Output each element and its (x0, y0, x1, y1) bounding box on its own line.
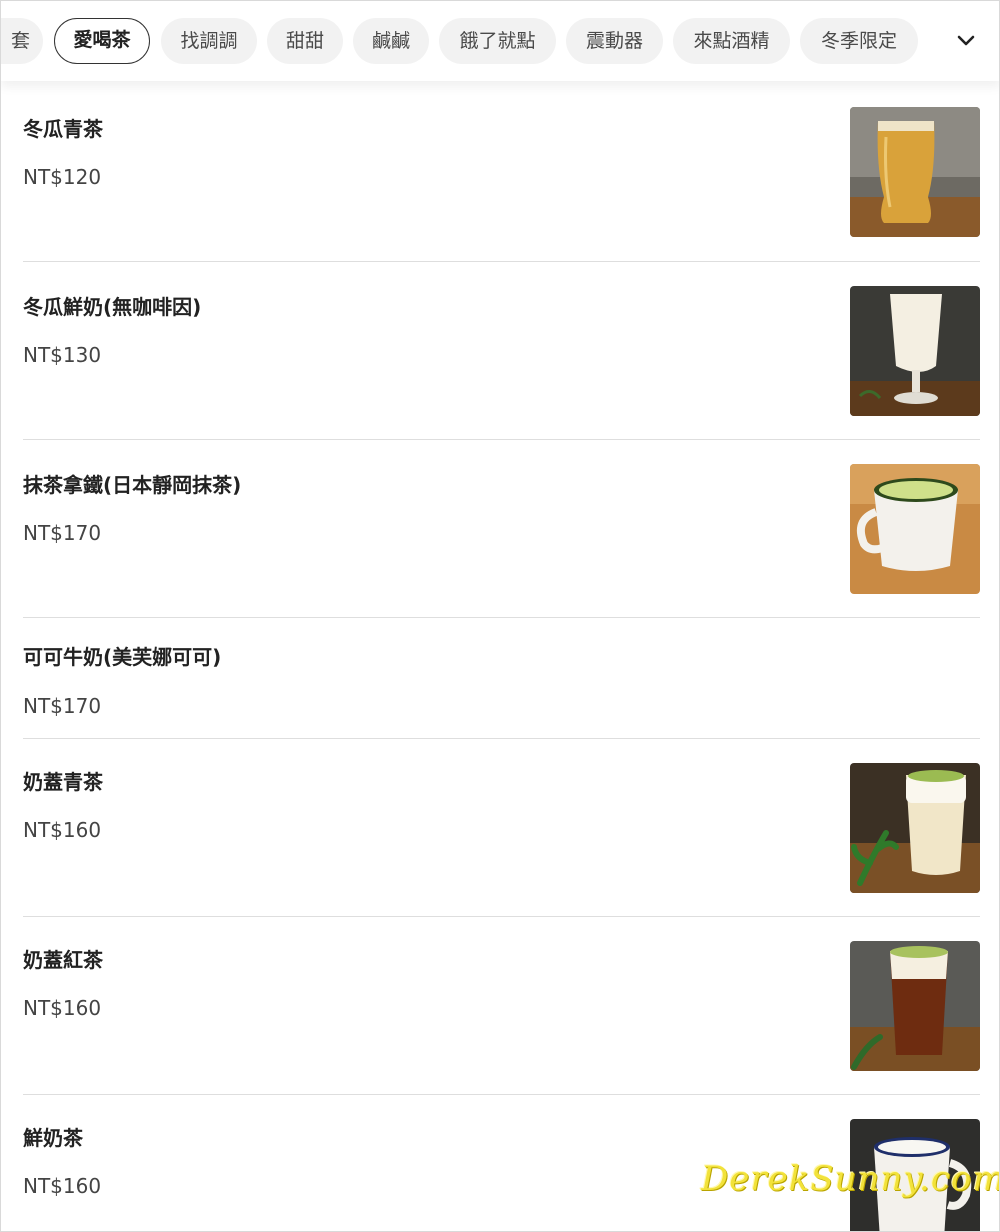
item-price: NT$160 (23, 1174, 102, 1198)
item-name: 奶蓋青茶 (23, 770, 103, 794)
category-pill[interactable]: 震動器 (566, 18, 663, 64)
item-price: NT$170 (23, 521, 102, 545)
menu-item[interactable]: 可可牛奶(美芙娜可可) NT$170 (23, 617, 980, 739)
menu-item[interactable]: 冬瓜鮮奶(無咖啡因) NT$130 (23, 261, 980, 440)
category-pill[interactable]: 冬季限定 (800, 18, 918, 64)
item-name: 冬瓜青茶 (23, 117, 103, 141)
menu-item[interactable]: 奶蓋紅茶 NT$160 (23, 916, 980, 1095)
chevron-down-icon (957, 35, 975, 46)
item-price: NT$170 (23, 694, 102, 718)
item-name: 可可牛奶(美芙娜可可) (23, 645, 222, 669)
menu-item[interactable]: 冬瓜青茶 NT$120 (23, 81, 980, 262)
item-price: NT$120 (23, 165, 102, 189)
menu-item[interactable]: 抹茶拿鐵(日本靜岡抹茶) NT$170 (23, 439, 980, 618)
category-pill[interactable]: 鹹鹹 (353, 18, 429, 64)
item-name: 抹茶拿鐵(日本靜岡抹茶) (23, 473, 242, 497)
watermark: DerekSunny.com (701, 1159, 1000, 1199)
item-photo[interactable] (850, 464, 980, 594)
item-photo[interactable] (850, 286, 980, 416)
item-photo[interactable] (850, 941, 980, 1071)
item-price: NT$160 (23, 818, 102, 842)
category-pill[interactable]: 甜甜 (267, 18, 343, 64)
item-photo[interactable] (850, 107, 980, 237)
category-bar: 套 愛喝茶 找調調 甜甜 鹹鹹 餓了就點 震動器 來點酒精 冬季限定 (1, 1, 999, 81)
category-pill-partial[interactable]: 套 (1, 18, 43, 64)
expand-categories-button[interactable] (946, 21, 986, 61)
category-scroller[interactable]: 套 愛喝茶 找調調 甜甜 鹹鹹 餓了就點 震動器 來點酒精 冬季限定 (1, 1, 936, 81)
category-pill[interactable]: 餓了就點 (439, 18, 556, 64)
item-photo[interactable] (850, 763, 980, 893)
category-pill[interactable]: 找調調 (161, 18, 257, 64)
item-name: 鮮奶茶 (23, 1126, 83, 1150)
menu-item[interactable]: 奶蓋青茶 NT$160 (23, 738, 980, 917)
category-pill[interactable]: 來點酒精 (673, 18, 790, 64)
menu-page: 套 愛喝茶 找調調 甜甜 鹹鹹 餓了就點 震動器 來點酒精 冬季限定 冬瓜青茶 … (0, 0, 1000, 1232)
item-price: NT$130 (23, 343, 102, 367)
category-pill-active[interactable]: 愛喝茶 (54, 18, 150, 64)
item-price: NT$160 (23, 996, 102, 1020)
item-name: 冬瓜鮮奶(無咖啡因) (23, 295, 202, 319)
item-name: 奶蓋紅茶 (23, 948, 103, 972)
